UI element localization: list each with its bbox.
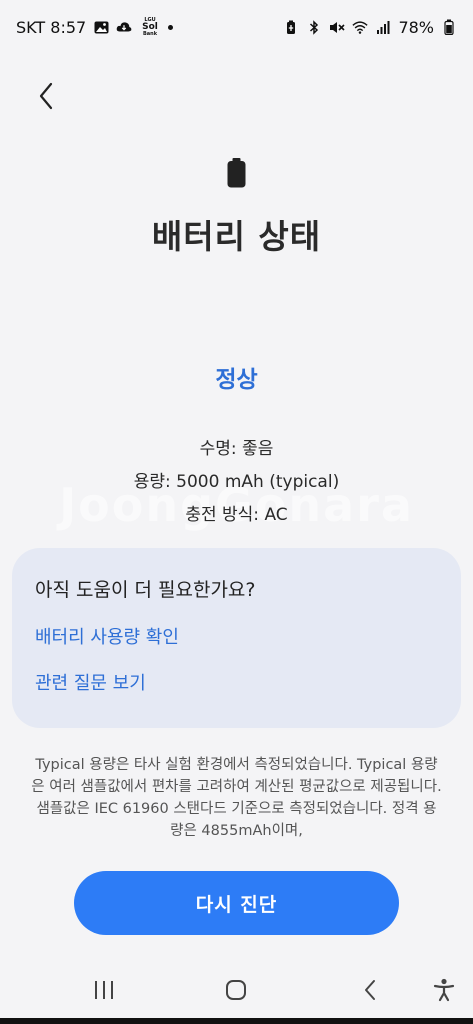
notification-dot-icon xyxy=(168,24,174,30)
gallery-icon xyxy=(93,19,109,35)
battery-saver-icon xyxy=(283,19,299,35)
recent-apps-icon xyxy=(95,981,113,999)
footnote-text: Typical 용량은 타사 실험 환경에서 측정되었습니다. Typical … xyxy=(31,757,442,839)
recent-apps-button[interactable] xyxy=(88,974,120,1006)
status-right: 78% xyxy=(283,18,457,37)
bluetooth-icon xyxy=(306,19,322,35)
back-arrow-icon xyxy=(365,980,375,1000)
back-button[interactable] xyxy=(26,76,66,116)
battery-status-value: 정상 xyxy=(215,367,258,393)
diagnose-again-button[interactable]: 다시 진단 xyxy=(74,871,399,935)
carrier-logo-icon: LGU Sol Bank xyxy=(139,16,161,39)
status-battery-icon xyxy=(441,19,457,35)
battery-capacity: 용량: 5000 mAh (typical) xyxy=(133,472,340,492)
cloud-icon xyxy=(116,19,132,35)
screen: SKT 8:57 LGU Sol Bank 78% 배터리 상태 정상 Joon… xyxy=(0,0,473,1024)
mute-icon xyxy=(329,19,346,35)
help-card: 아직 도움이 더 필요한가요? 배터리 사용량 확인 관련 질문 보기 xyxy=(12,548,461,728)
accessibility-icon xyxy=(433,978,455,1002)
status-left: SKT 8:57 LGU Sol Bank xyxy=(16,16,174,39)
nav-back-button[interactable] xyxy=(354,974,386,1006)
battery-icon xyxy=(227,158,246,188)
accessibility-button[interactable] xyxy=(428,974,460,1006)
page-title: 배터리 상태 xyxy=(151,217,322,256)
battery-usage-link[interactable]: 배터리 사용량 확인 xyxy=(35,623,179,649)
status-time: SKT 8:57 xyxy=(16,17,87,37)
charging-method: 충전 방식: AC xyxy=(185,505,288,525)
related-faq-link[interactable]: 관련 질문 보기 xyxy=(35,669,146,695)
battery-lifespan: 수명: 좋음 xyxy=(199,439,274,459)
home-icon xyxy=(226,980,246,1000)
wifi-icon xyxy=(352,19,369,35)
chevron-left-icon xyxy=(39,82,53,110)
status-bar: SKT 8:57 LGU Sol Bank 78% xyxy=(0,0,473,54)
battery-percent: 78% xyxy=(398,17,434,37)
bottom-edge xyxy=(0,1018,473,1024)
signal-icon xyxy=(375,19,391,35)
svg-text:Bank: Bank xyxy=(143,31,158,36)
home-button[interactable] xyxy=(220,974,252,1006)
navigation-bar xyxy=(0,960,473,1018)
help-card-title: 아직 도움이 더 필요한가요? xyxy=(35,579,256,601)
